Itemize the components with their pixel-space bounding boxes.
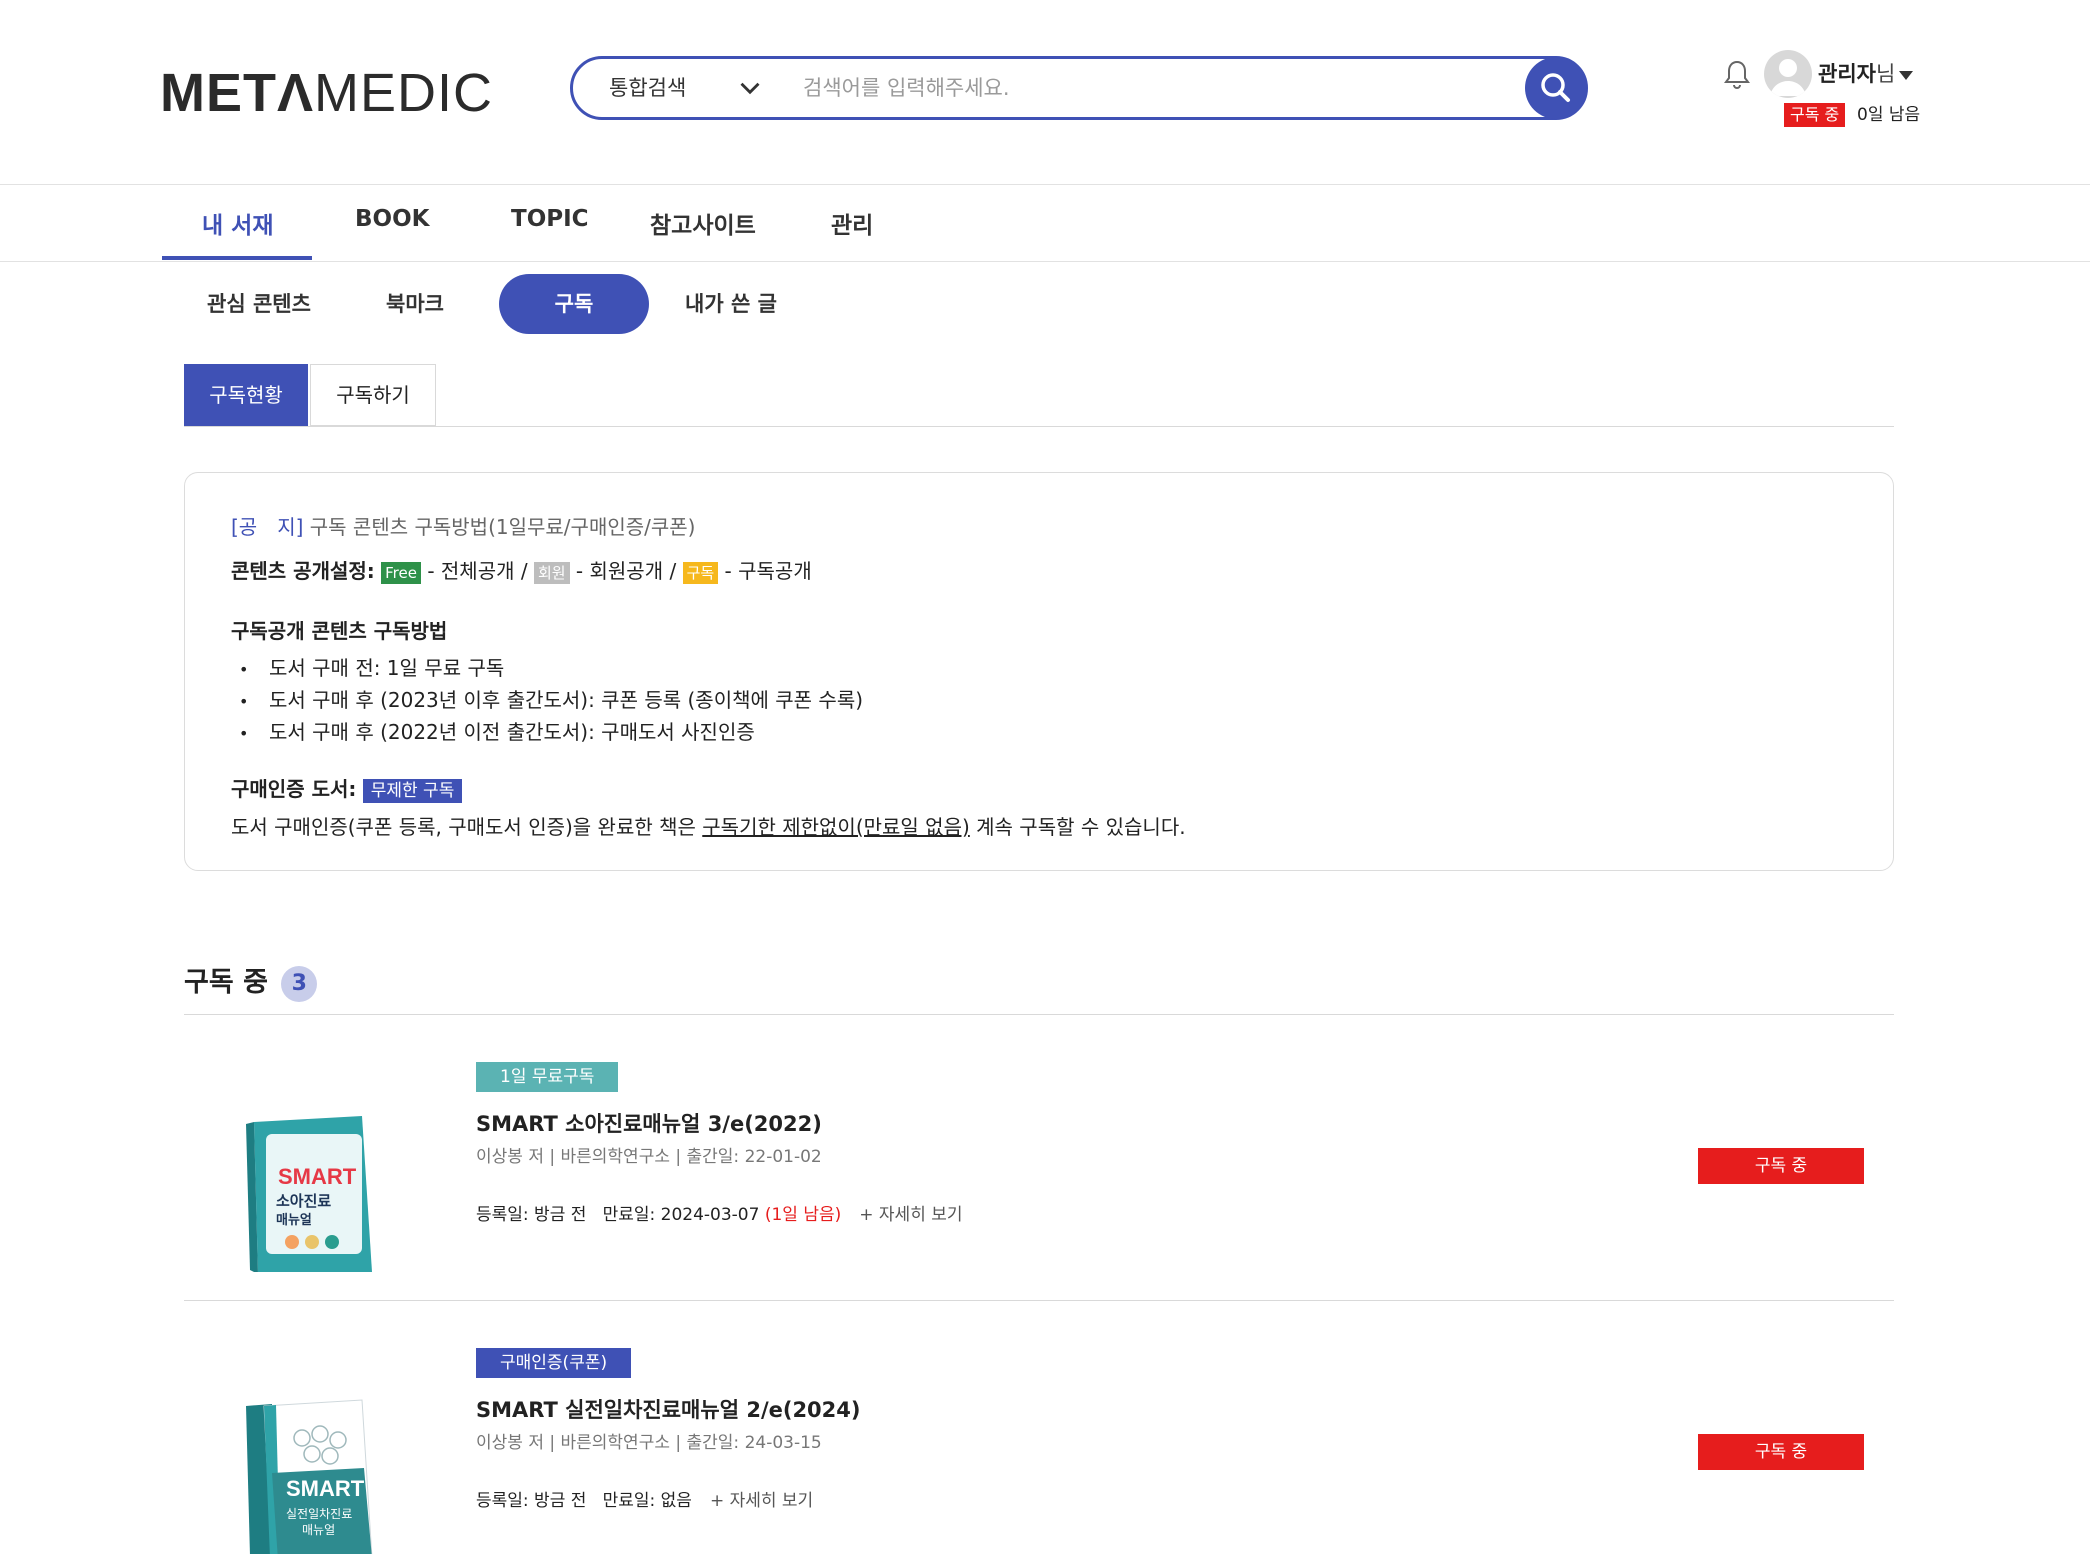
divider	[0, 261, 2090, 262]
svg-text:SMART: SMART	[278, 1164, 357, 1189]
search-bar: 통합검색 검색어를 입력해주세요.	[570, 56, 1588, 120]
search-scope-select[interactable]: 통합검색	[609, 59, 686, 117]
method-list: 도서 구매 전: 1일 무료 구독 도서 구매 후 (2023년 이후 출간도서…	[231, 653, 863, 749]
divider	[0, 184, 2090, 185]
status-button[interactable]: 구독 중	[1698, 1148, 1864, 1184]
count-badge: 3	[281, 965, 318, 1002]
days-left-text: 0일 남음	[1857, 105, 1921, 125]
avatar[interactable]	[1764, 50, 1812, 98]
bell-icon[interactable]	[1722, 58, 1752, 90]
user-icon	[1770, 59, 1806, 96]
verified-books-text: 도서 구매인증(쿠폰 등록, 구매도서 인증)을 완료한 책은 구독기한 제한없…	[231, 815, 1186, 839]
subscription-item: SMART 실전일차진료 매뉴얼 구매인증(쿠폰) SMART 실전일차진료매뉴…	[184, 1348, 1894, 1554]
search-icon	[1541, 73, 1570, 102]
book-tag: 구매인증(쿠폰)	[476, 1348, 632, 1378]
book-title[interactable]: SMART 실전일차진료매뉴얼 2/e(2024)	[476, 1394, 861, 1424]
section-title: 구독 중 3	[184, 960, 318, 1002]
verified-books-line: 구매인증 도서: 무제한 구독	[231, 773, 463, 803]
search-button[interactable]	[1525, 57, 1587, 119]
visibility-settings: 콘텐츠 공개설정: Free - 전체공개 / 회원 - 회원공개 / 구독 -…	[231, 559, 812, 584]
book-cover-image[interactable]: SMART 소아진료 매뉴얼	[242, 1092, 392, 1272]
svg-text:실전일차진료: 실전일차진료	[286, 1507, 352, 1521]
book-meta: 이상봉 저 | 바른의학연구소 | 출간일: 22-01-02	[476, 1147, 822, 1167]
metamedic-logo[interactable]: METΛMEDIC	[160, 62, 493, 124]
status-button[interactable]: 구독 중	[1698, 1434, 1864, 1470]
subtab-subscription[interactable]: 구독	[499, 274, 649, 334]
tab-subscription-status[interactable]: 구독현황	[184, 364, 308, 426]
search-input[interactable]: 검색어를 입력해주세요.	[803, 59, 1010, 117]
user-suffix: 님	[1875, 62, 1896, 86]
book-tag: 1일 무료구독	[476, 1062, 619, 1092]
user-menu[interactable]: 관리자님	[1818, 58, 1914, 88]
svg-text:소아진료: 소아진료	[276, 1192, 331, 1210]
chevron-down-icon[interactable]	[733, 71, 767, 105]
book-dates: 등록일: 방금 전 만료일: 없음 + 자세히 보기	[476, 1491, 814, 1511]
svg-text:SMART: SMART	[286, 1476, 365, 1501]
divider	[184, 1300, 1894, 1301]
notice-title[interactable]: [공 지] 구독 콘텐츠 구독방법(1일무료/구매인증/쿠폰)	[231, 511, 696, 540]
svg-text:매뉴얼: 매뉴얼	[276, 1213, 312, 1228]
list-item: 도서 구매 전: 1일 무료 구독	[231, 653, 863, 685]
subtab-bookmark[interactable]: 북마크	[340, 274, 490, 334]
svg-text:매뉴얼: 매뉴얼	[302, 1523, 335, 1537]
user-name: 관리자	[1818, 62, 1876, 86]
divider	[184, 1014, 1894, 1015]
book-meta: 이상봉 저 | 바른의학연구소 | 출간일: 24-03-15	[476, 1433, 822, 1453]
more-link[interactable]: + 자세히 보기	[710, 1491, 813, 1511]
notice-box: [공 지] 구독 콘텐츠 구독방법(1일무료/구매인증/쿠폰) 콘텐츠 공개설정…	[184, 472, 1894, 871]
divider	[184, 426, 1894, 427]
unlimited-tag: 무제한 구독	[362, 778, 463, 803]
more-link[interactable]: + 자세히 보기	[859, 1205, 962, 1225]
subscription-tag: 구독	[682, 561, 719, 584]
subtab-interest-content[interactable]: 관심 콘텐츠	[184, 274, 334, 334]
member-tag: 회원	[533, 561, 570, 584]
subscription-item: SMART 소아진료 매뉴얼 1일 무료구독 SMART 소아진료매뉴얼 3/e…	[184, 1062, 1894, 1322]
nav-topic[interactable]: TOPIC	[511, 206, 589, 232]
subscription-status-badge: 구독 중	[1784, 103, 1846, 127]
book-dates: 등록일: 방금 전 만료일: 2024-03-07 (1일 남음) + 자세히 보…	[476, 1205, 963, 1225]
book-title[interactable]: SMART 소아진료매뉴얼 3/e(2022)	[476, 1108, 822, 1138]
nav-book[interactable]: BOOK	[355, 206, 429, 232]
nav-my-library[interactable]: 내 서재	[202, 206, 274, 240]
free-tag: Free	[381, 561, 421, 584]
list-item: 도서 구매 후 (2023년 이후 출간도서): 쿠폰 등록 (종이책에 쿠폰 …	[231, 685, 863, 717]
tab-subscribe[interactable]: 구독하기	[310, 364, 436, 426]
subtab-my-posts[interactable]: 내가 쓴 글	[656, 274, 806, 334]
method-title: 구독공개 콘텐츠 구독방법	[231, 619, 448, 643]
list-item: 도서 구매 후 (2022년 이전 출간도서): 구매도서 사진인증	[231, 717, 863, 749]
nav-admin[interactable]: 관리	[831, 206, 873, 240]
nav-active-indicator	[162, 256, 312, 260]
book-cover-image[interactable]: SMART 실전일차진료 매뉴얼	[242, 1378, 392, 1554]
caret-down-icon	[1899, 70, 1914, 80]
nav-reference-sites[interactable]: 참고사이트	[650, 206, 756, 240]
